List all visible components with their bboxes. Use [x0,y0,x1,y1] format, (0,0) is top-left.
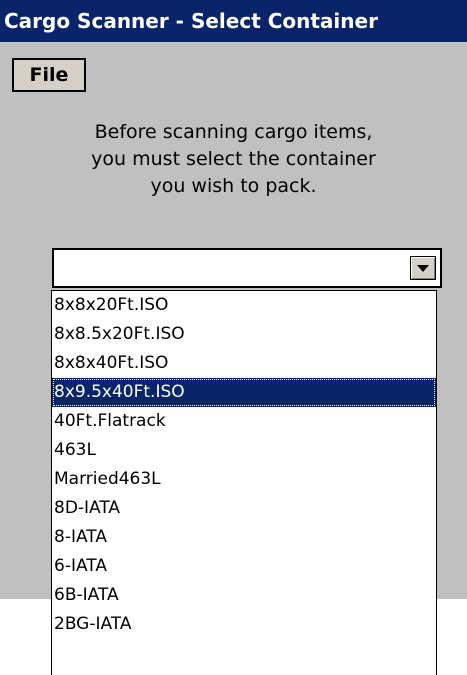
list-item[interactable]: 8x8x20Ft.ISO [52,291,436,320]
list-item[interactable]: 6-IATA [52,552,436,581]
list-item[interactable]: 8-IATA [52,523,436,552]
instruction-line: Before scanning cargo items, [94,121,373,143]
list-item[interactable]: Married463L [52,465,436,494]
list-item-selected[interactable]: 8x9.5x40Ft.ISO [52,378,436,407]
window-title-bar: Cargo Scanner - Select Container [0,0,467,42]
instruction-line: you wish to pack. [150,175,317,197]
list-item[interactable]: 40Ft.Flatrack [52,407,436,436]
window-title: Cargo Scanner - Select Container [4,9,378,33]
list-item[interactable]: 2BG-IATA [52,610,436,639]
chevron-down-icon [417,265,429,272]
instruction-line: you must select the container [91,148,376,170]
list-item[interactable]: 8D-IATA [52,494,436,523]
file-menu[interactable]: File [12,58,86,92]
dropdown-button[interactable] [410,256,436,280]
list-item[interactable]: 463L [52,436,436,465]
instructions-text: Before scanning cargo items, you must se… [40,119,427,200]
list-item[interactable]: 8x8x40Ft.ISO [52,349,436,378]
container-combobox[interactable] [52,248,442,288]
list-item[interactable]: 8x8.5x20Ft.ISO [52,320,436,349]
container-dropdown-list[interactable]: 8x8x20Ft.ISO 8x8.5x20Ft.ISO 8x8x40Ft.ISO… [51,290,437,675]
list-item[interactable]: 6B-IATA [52,581,436,610]
